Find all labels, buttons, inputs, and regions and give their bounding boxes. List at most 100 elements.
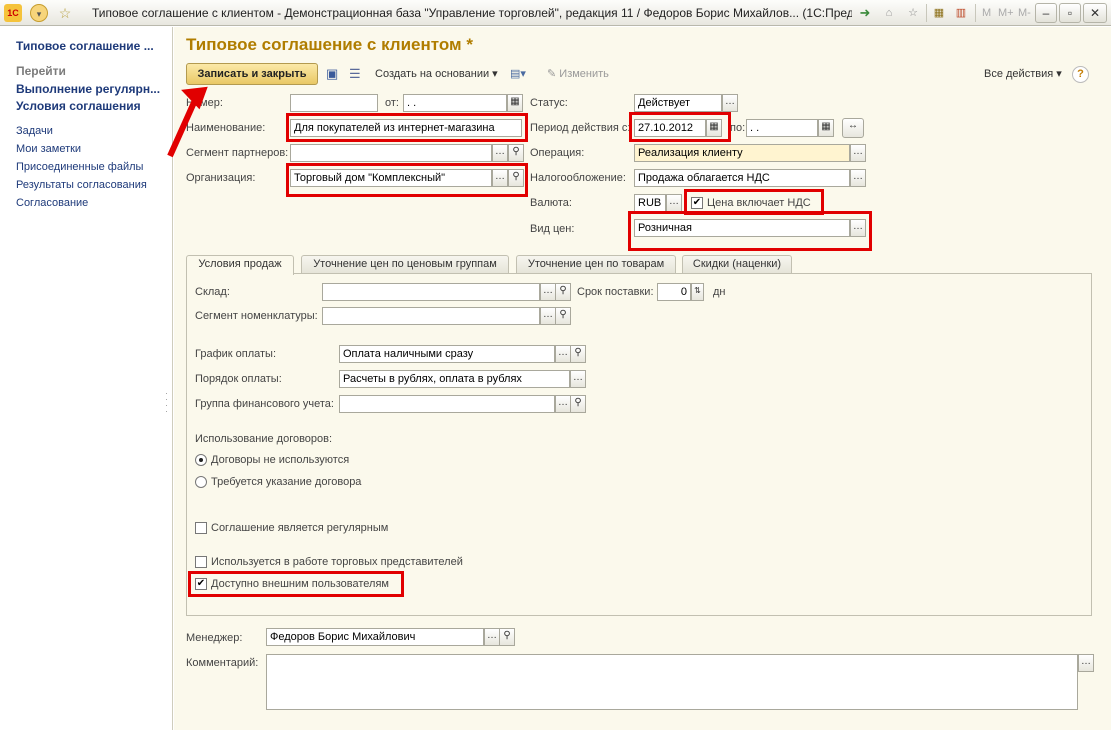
- currency-label: Валюта:: [530, 197, 572, 209]
- tab-panel: Склад: … ⚲ Срок поставки: 0 ⇅ дн Сегмент…: [186, 273, 1092, 616]
- sidebar-item-notes[interactable]: Мои заметки: [16, 143, 81, 155]
- main-menu-icon[interactable]: ▾: [30, 4, 48, 22]
- operation-field[interactable]: Реализация клиенту: [634, 144, 850, 162]
- segment-select-button[interactable]: …: [492, 144, 508, 162]
- operation-select-button[interactable]: …: [850, 144, 866, 162]
- period-to-label: по:: [730, 122, 746, 134]
- delivery-stepper[interactable]: ⇅: [691, 283, 704, 301]
- close-button[interactable]: ✕: [1083, 3, 1107, 23]
- comment-label: Комментарий:: [186, 657, 259, 669]
- from-label: от:: [385, 97, 399, 109]
- sidebar: Типовое соглашение ... Перейти Выполнени…: [0, 27, 173, 730]
- period-swap-icon[interactable]: ↔: [842, 118, 864, 138]
- regular-checkbox-label: Соглашение является регулярным: [211, 522, 389, 534]
- save-icon[interactable]: ▣: [326, 64, 338, 84]
- tab-sales-conditions[interactable]: Условия продаж: [186, 255, 294, 275]
- comment-field[interactable]: [266, 654, 1078, 710]
- segment-field[interactable]: [290, 144, 492, 162]
- status-select-button[interactable]: …: [722, 94, 738, 112]
- sidebar-group-goto: Перейти: [16, 64, 66, 78]
- resize-grip[interactable]: · · · ·: [165, 389, 169, 416]
- sidebar-item-results[interactable]: Результаты согласования: [16, 179, 147, 191]
- highlight-period: [629, 112, 731, 142]
- change-button[interactable]: ✎ Изменить: [547, 64, 609, 84]
- delivery-label: Срок поставки:: [577, 286, 654, 298]
- calculator-icon[interactable]: ▦: [930, 4, 948, 22]
- operation-label: Операция:: [530, 147, 585, 159]
- highlight-org: [286, 163, 528, 197]
- manager-label: Менеджер:: [186, 632, 243, 644]
- nomenclature-field[interactable]: [322, 307, 540, 325]
- create-based-button[interactable]: Создать на основании ▾: [375, 64, 498, 84]
- tab-discounts[interactable]: Скидки (наценки): [682, 255, 792, 274]
- tab-price-products[interactable]: Уточнение цен по товарам: [516, 255, 676, 274]
- calendar-icon[interactable]: ▥: [952, 4, 970, 22]
- manager-search-icon[interactable]: ⚲: [499, 628, 515, 646]
- delivery-field[interactable]: 0: [657, 283, 691, 301]
- sidebar-item-regular[interactable]: Выполнение регулярн...: [16, 82, 166, 96]
- warehouse-select-button[interactable]: …: [540, 283, 556, 301]
- tab-price-groups[interactable]: Уточнение цен по ценовым группам: [301, 255, 509, 274]
- segment-search-icon[interactable]: ⚲: [508, 144, 524, 162]
- calendar-picker-icon[interactable]: ▦: [507, 94, 523, 112]
- nomenclature-search-icon[interactable]: ⚲: [555, 307, 571, 325]
- create-based-label: Создать на основании: [375, 68, 490, 80]
- agents-checkbox[interactable]: [195, 556, 207, 568]
- manager-select-button[interactable]: …: [484, 628, 500, 646]
- manager-field[interactable]: Федоров Борис Михайлович: [266, 628, 484, 646]
- star-outline-icon[interactable]: ☆: [904, 4, 922, 22]
- report-icon[interactable]: ▤▾: [510, 64, 526, 84]
- favorite-star-icon[interactable]: ☆: [56, 4, 74, 22]
- comment-expand-button[interactable]: …: [1078, 654, 1094, 672]
- regular-checkbox[interactable]: [195, 522, 207, 534]
- sidebar-item-approval[interactable]: Согласование: [16, 197, 88, 209]
- sidebar-title[interactable]: Типовое соглашение ...: [16, 39, 154, 53]
- post-icon[interactable]: ☰: [349, 64, 361, 84]
- tax-field[interactable]: Продажа облагается НДС: [634, 169, 850, 187]
- period-to-calendar-icon[interactable]: ▦: [818, 119, 834, 137]
- number-field[interactable]: [290, 94, 378, 112]
- order-field[interactable]: Расчеты в рублях, оплата в рублях: [339, 370, 570, 388]
- help-icon[interactable]: ?: [1072, 66, 1089, 83]
- all-actions-label: Все действия: [984, 68, 1054, 80]
- maximize-button[interactable]: ▫: [1059, 3, 1081, 23]
- radio-contract-required[interactable]: [195, 476, 207, 488]
- fin-group-search-icon[interactable]: ⚲: [570, 395, 586, 413]
- app-logo-icon[interactable]: 1С: [4, 4, 22, 22]
- price-type-label: Вид цен:: [530, 223, 575, 235]
- order-select-button[interactable]: …: [570, 370, 586, 388]
- fin-group-select-button[interactable]: …: [555, 395, 571, 413]
- mem-minus-button[interactable]: M-: [1018, 7, 1031, 19]
- status-field[interactable]: Действует: [634, 94, 722, 112]
- schedule-select-button[interactable]: …: [555, 345, 571, 363]
- currency-select-button[interactable]: …: [666, 194, 682, 212]
- window-titlebar: 1С ▾ ☆ Типовое соглашение с клиентом - Д…: [0, 0, 1111, 26]
- tax-select-button[interactable]: …: [850, 169, 866, 187]
- minimize-button[interactable]: –: [1035, 3, 1057, 23]
- schedule-search-icon[interactable]: ⚲: [570, 345, 586, 363]
- fin-group-field[interactable]: [339, 395, 555, 413]
- period-to-field[interactable]: . .: [746, 119, 818, 137]
- org-label: Организация:: [186, 172, 256, 184]
- order-label: Порядок оплаты:: [195, 373, 282, 385]
- forward-icon[interactable]: ➜: [856, 4, 874, 22]
- all-actions-button[interactable]: Все действия ▾: [984, 64, 1062, 84]
- sidebar-item-tasks[interactable]: Задачи: [16, 125, 53, 137]
- contracts-label: Использование договоров:: [195, 433, 333, 445]
- warehouse-search-icon[interactable]: ⚲: [555, 283, 571, 301]
- save-close-button[interactable]: Записать и закрыть: [186, 63, 318, 85]
- warehouse-field[interactable]: [322, 283, 540, 301]
- home-icon[interactable]: ⌂: [880, 4, 898, 22]
- form-area: Типовое соглашение с клиентом * Записать…: [174, 27, 1111, 730]
- schedule-field[interactable]: Оплата наличными сразу: [339, 345, 555, 363]
- radio-no-contracts[interactable]: [195, 454, 207, 466]
- mem-m-button[interactable]: M: [982, 7, 991, 19]
- currency-field[interactable]: RUB: [634, 194, 666, 212]
- sidebar-item-files[interactable]: Присоединенные файлы: [16, 161, 143, 173]
- date-from-field[interactable]: . .: [403, 94, 507, 112]
- schedule-label: График оплаты:: [195, 348, 277, 360]
- mem-plus-button[interactable]: M+: [998, 7, 1014, 19]
- delivery-unit: дн: [713, 286, 726, 298]
- nomenclature-select-button[interactable]: …: [540, 307, 556, 325]
- sidebar-item-conditions[interactable]: Условия соглашения: [16, 99, 166, 113]
